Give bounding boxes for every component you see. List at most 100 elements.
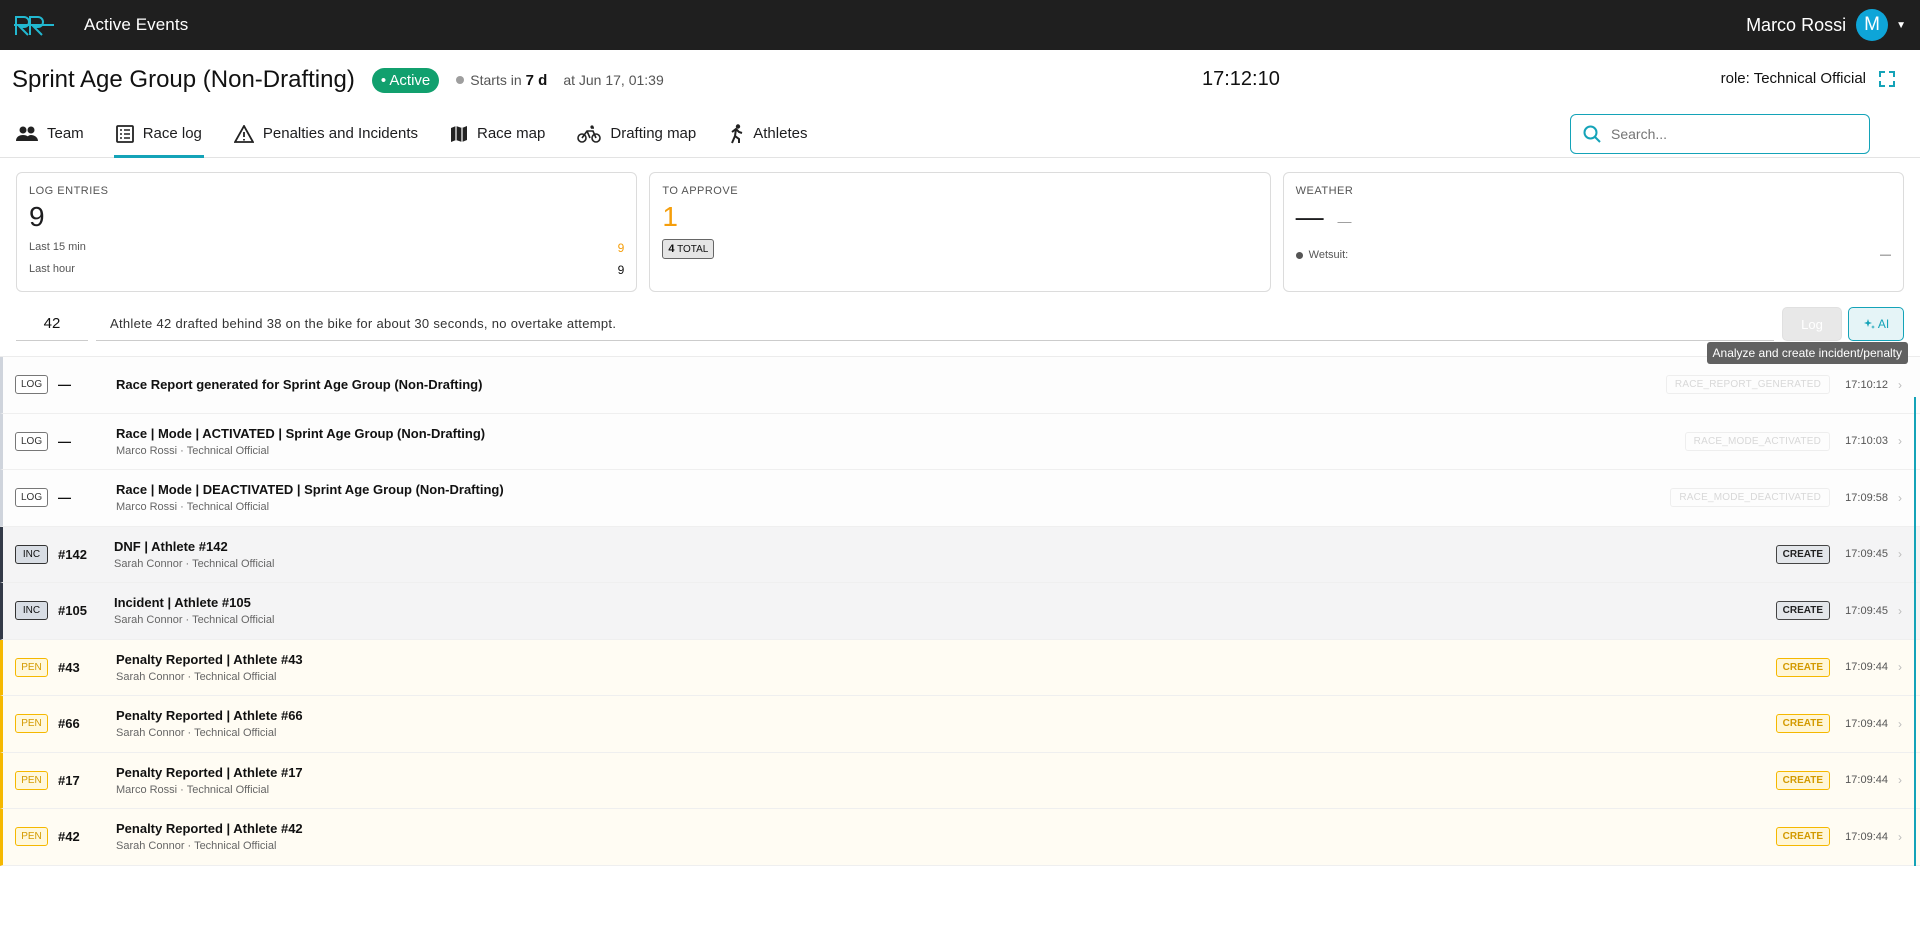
athlete-ref: — xyxy=(58,433,71,449)
entry-time: 17:09:44 xyxy=(1845,717,1888,730)
penalty-row[interactable]: PEN #66 Penalty Reported | Athlete #66 Sa… xyxy=(0,696,1920,753)
tab-penalties-incidents[interactable]: Penalties and Incidents xyxy=(233,110,418,157)
entry-time: 17:09:45 xyxy=(1845,548,1888,561)
stat-cards: LOG ENTRIES 9 Last 15 min 9 Last hour 9 … xyxy=(0,158,1920,292)
ai-button[interactable]: AI xyxy=(1848,307,1904,341)
chevron-right-icon: › xyxy=(1898,377,1902,392)
entry-time: 17:10:12 xyxy=(1845,378,1888,391)
create-button[interactable]: CREATE xyxy=(1775,714,1830,734)
entry-title: DNF | Athlete #142 xyxy=(114,538,228,554)
entry-meta: Sarah Connor · Technical Official xyxy=(116,840,277,853)
type-tag: PEN xyxy=(15,657,48,677)
tab-bar: Team Race log Penalties and Incidents Ra… xyxy=(0,110,1920,158)
entry-meta: Marco Rossi · Technical Official xyxy=(116,783,270,796)
entry-time: 17:09:44 xyxy=(1845,661,1888,674)
entry-time: 17:09:44 xyxy=(1845,774,1888,787)
log-row[interactable]: LOG — Race | Mode | DEACTIVATED | Sprint… xyxy=(0,470,1920,527)
create-button[interactable]: CREATE xyxy=(1775,657,1830,677)
log-button[interactable]: Log xyxy=(1782,307,1842,341)
chevron-right-icon: › xyxy=(1898,603,1902,618)
type-tag: INC xyxy=(15,544,48,564)
tab-label: Penalties and Incidents xyxy=(262,125,418,142)
entry-time: 17:09:45 xyxy=(1845,604,1888,617)
runner-icon xyxy=(731,123,743,143)
tab-label: Drafting map xyxy=(610,125,697,142)
athlete-ref: #142 xyxy=(58,546,87,562)
athlete-ref: #42 xyxy=(58,829,80,845)
search-input[interactable] xyxy=(1611,126,1851,142)
chevron-right-icon: › xyxy=(1898,660,1902,675)
starts-in-value: 7 d xyxy=(525,71,548,89)
status-dot-icon xyxy=(456,76,465,84)
list-icon xyxy=(115,124,134,143)
avatar[interactable]: M xyxy=(1856,9,1889,41)
total-num: 4 xyxy=(668,243,675,255)
start-countdown: Starts in 7 d at Jun 17, 01:39 xyxy=(456,71,664,89)
tab-race-log[interactable]: Race log xyxy=(113,110,205,158)
create-button[interactable]: CREATE xyxy=(1775,827,1830,847)
tab-label: Race map xyxy=(477,125,546,142)
ai-button-label: AI xyxy=(1877,317,1890,331)
tab-race-map[interactable]: Race map xyxy=(450,110,545,157)
event-code: RACE_MODE_DEACTIVATED xyxy=(1670,488,1830,508)
create-button[interactable]: CREATE xyxy=(1775,770,1830,790)
log-input-row: Log AI Analyze and create incident/penal… xyxy=(0,306,1920,364)
chevron-right-icon: › xyxy=(1898,434,1902,449)
athlete-ref: #17 xyxy=(58,772,80,788)
log-note-field[interactable] xyxy=(96,307,1774,341)
create-button[interactable]: CREATE xyxy=(1775,544,1830,564)
total-badge[interactable]: 4 TOTAL xyxy=(662,239,715,259)
log-row[interactable]: LOG — Race | Mode | ACTIVATED | Sprint A… xyxy=(0,413,1920,470)
fullscreen-icon[interactable] xyxy=(1878,70,1896,88)
entry-meta: Sarah Connor · Technical Official xyxy=(116,670,277,683)
last-15-row: Last 15 min 9 xyxy=(29,241,624,255)
athlete-ref: #105 xyxy=(58,603,87,619)
tab-label: Race log xyxy=(142,125,202,142)
last-15-value: 9 xyxy=(617,241,625,255)
tab-team[interactable]: Team xyxy=(16,110,84,157)
athlete-number-field[interactable] xyxy=(16,307,88,341)
event-title: Sprint Age Group (Non-Drafting) xyxy=(12,66,355,93)
weather-main: — xyxy=(1295,201,1324,232)
incident-row[interactable]: INC #105 Incident | Athlete #105 Sarah Co… xyxy=(0,583,1920,640)
type-tag: LOG xyxy=(15,431,48,451)
status-badge: • Active xyxy=(371,67,440,93)
penalty-row[interactable]: PEN #42 Penalty Reported | Athlete #42 Sa… xyxy=(0,809,1920,866)
search-box[interactable] xyxy=(1570,114,1870,154)
incident-row[interactable]: INC #142 DNF | Athlete #142 Sarah Connor … xyxy=(0,526,1920,583)
app-logo[interactable] xyxy=(14,13,56,37)
create-button[interactable]: CREATE xyxy=(1775,601,1830,621)
event-header: Sprint Age Group (Non-Drafting) • Active… xyxy=(0,50,1920,110)
penalty-row[interactable]: PEN #43 Penalty Reported | Athlete #43 Sa… xyxy=(0,639,1920,696)
user-name[interactable]: Marco Rossi xyxy=(1746,15,1846,36)
wetsuit-label: Wetsuit: xyxy=(1308,249,1349,261)
entry-time: 17:10:03 xyxy=(1845,435,1888,448)
entry-title: Race | Mode | ACTIVATED | Sprint Age Gro… xyxy=(116,425,486,441)
top-bar: Active Events Marco Rossi M ▼ xyxy=(0,0,1920,50)
event-code: RACE_REPORT_GENERATED xyxy=(1665,375,1830,395)
tab-drafting-map[interactable]: Drafting map xyxy=(577,110,696,157)
log-row[interactable]: LOG — Race Report generated for Sprint A… xyxy=(0,357,1920,414)
ai-tooltip: Analyze and create incident/penalty xyxy=(1706,342,1908,364)
bike-icon xyxy=(577,124,602,143)
athlete-ref: — xyxy=(58,377,71,393)
card-label: LOG ENTRIES xyxy=(29,185,109,197)
entry-title: Race | Mode | DEACTIVATED | Sprint Age G… xyxy=(116,482,504,498)
chevron-down-icon[interactable]: ▼ xyxy=(1896,20,1906,31)
warning-icon xyxy=(233,124,254,143)
tab-athletes[interactable]: Athletes xyxy=(728,110,807,157)
last-hour-value: 9 xyxy=(617,263,625,277)
chevron-right-icon: › xyxy=(1898,773,1902,788)
starts-at: at Jun 17, 01:39 xyxy=(563,72,664,88)
wetsuit-value: — xyxy=(1879,249,1891,261)
entry-meta: Marco Rossi · Technical Official xyxy=(116,501,270,514)
app-title[interactable]: Active Events xyxy=(84,15,188,35)
weather-value: — — xyxy=(1296,201,1891,233)
last-hour-row: Last hour 9 xyxy=(29,263,624,277)
log-button-label: Log xyxy=(1801,316,1823,332)
penalty-row[interactable]: PEN #17 Penalty Reported | Athlete #17 Ma… xyxy=(0,752,1920,809)
sparkle-icon xyxy=(1863,319,1875,329)
type-tag: PEN xyxy=(15,827,48,847)
role-label: role: Technical Official xyxy=(1720,70,1866,87)
type-tag: LOG xyxy=(15,375,48,395)
